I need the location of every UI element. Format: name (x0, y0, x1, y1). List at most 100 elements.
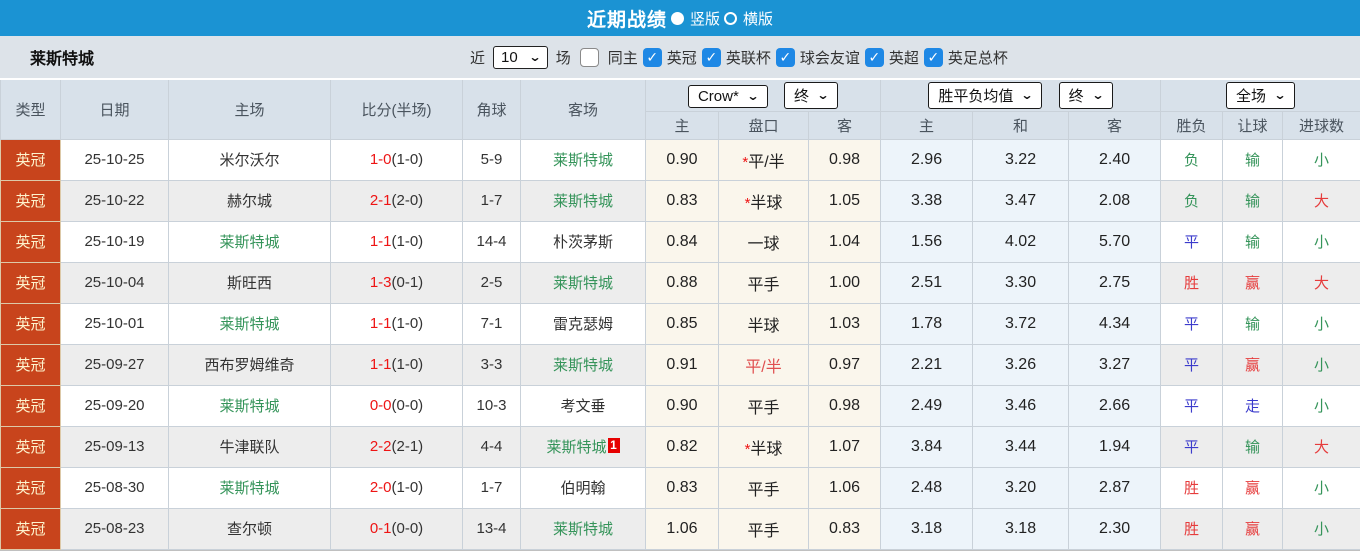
wdl-result: 负 (1161, 139, 1223, 180)
europe-win-odds: 1.78 (881, 303, 973, 344)
league-badge: 英冠 (1, 180, 61, 221)
team-name: 莱斯特城 (30, 36, 94, 78)
match-score: 2-1(2-0) (331, 180, 463, 221)
handicap-result: 赢 (1223, 262, 1283, 303)
match-score: 1-3(0-1) (331, 262, 463, 303)
wdl-average-select[interactable]: 胜平负均值 ⌄ (928, 82, 1042, 109)
league-badge: 英冠 (1, 303, 61, 344)
asian-handicap: 平手 (719, 508, 809, 549)
same-home-checkbox[interactable] (580, 48, 599, 67)
corner-count: 2-5 (463, 262, 521, 303)
away-team: 莱斯特城 (521, 262, 646, 303)
asian-away-odds: 1.03 (809, 303, 881, 344)
sub-header-draw: 和 (973, 111, 1069, 139)
radio-vertical-label[interactable]: 竖版 (690, 8, 720, 29)
league-checkbox-premier[interactable]: ✓ (865, 48, 884, 67)
corner-count: 13-4 (463, 508, 521, 549)
asian-home-odds: 0.88 (646, 262, 719, 303)
radio-horizontal-label[interactable]: 横版 (743, 8, 773, 29)
radio-vertical-layout[interactable] (671, 12, 684, 25)
asian-away-odds: 0.83 (809, 508, 881, 549)
asian-away-odds: 1.06 (809, 467, 881, 508)
handicap-result: 输 (1223, 303, 1283, 344)
handicap-result: 赢 (1223, 467, 1283, 508)
goals-result: 小 (1283, 467, 1360, 508)
table-row: 英冠 25-10-22 赫尔城 2-1(2-0) 1-7 莱斯特城 0.83 *… (1, 180, 1360, 221)
goals-result: 小 (1283, 221, 1360, 262)
match-score: 2-0(1-0) (331, 467, 463, 508)
europe-lose-odds: 2.40 (1069, 139, 1161, 180)
match-date: 25-08-30 (61, 467, 169, 508)
same-home-label: 同主 (608, 47, 638, 68)
asian-away-odds: 1.00 (809, 262, 881, 303)
europe-draw-odds: 3.72 (973, 303, 1069, 344)
chevron-down-icon: ⌄ (528, 50, 541, 64)
match-count-select[interactable]: 10 ⌄ (493, 46, 548, 69)
asian-handicap: 平手 (719, 262, 809, 303)
asian-away-odds: 0.97 (809, 344, 881, 385)
sub-header-lose: 客 (1069, 111, 1161, 139)
league-checkbox-efl-cup[interactable]: ✓ (702, 48, 721, 67)
match-date: 25-09-27 (61, 344, 169, 385)
home-team: 查尔顿 (169, 508, 331, 549)
asian-home-odds: 0.82 (646, 426, 719, 467)
europe-draw-odds: 3.22 (973, 139, 1069, 180)
wdl-result: 平 (1161, 385, 1223, 426)
match-score: 0-0(0-0) (331, 385, 463, 426)
bookmaker-select[interactable]: Crow* ⌄ (688, 85, 768, 108)
handicap-result: 输 (1223, 180, 1283, 221)
wdl-result: 平 (1161, 303, 1223, 344)
europe-win-odds: 2.51 (881, 262, 973, 303)
title-bar: 近期战绩 竖版 横版 (0, 0, 1360, 36)
asian-handicap: 半球 (719, 303, 809, 344)
league-badge: 英冠 (1, 344, 61, 385)
home-team: 斯旺西 (169, 262, 331, 303)
league-badge: 英冠 (1, 508, 61, 549)
goals-result: 小 (1283, 303, 1360, 344)
home-team: 西布罗姆维奇 (169, 344, 331, 385)
europe-draw-odds: 3.20 (973, 467, 1069, 508)
europe-draw-odds: 3.44 (973, 426, 1069, 467)
asian-final-select[interactable]: 终 ⌄ (784, 82, 838, 109)
match-date: 25-08-23 (61, 508, 169, 549)
sub-header-handicap: 盘口 (719, 111, 809, 139)
europe-odds-group-header: 胜平负均值 ⌄ 终 ⌄ (881, 79, 1161, 111)
asian-away-odds: 0.98 (809, 139, 881, 180)
match-date: 25-10-19 (61, 221, 169, 262)
table-row: 英冠 25-08-23 查尔顿 0-1(0-0) 13-4 莱斯特城 1.06 … (1, 508, 1360, 549)
corner-count: 10-3 (463, 385, 521, 426)
handicap-result: 赢 (1223, 344, 1283, 385)
sub-header-wdl-result: 胜负 (1161, 111, 1223, 139)
red-card-badge: 1 (608, 438, 620, 453)
table-header: 类型 日期 主场 比分(半场) 角球 客场 Crow* ⌄ 终 ⌄ 胜平负均值 … (1, 79, 1360, 139)
wdl-result: 胜 (1161, 262, 1223, 303)
europe-draw-odds: 3.46 (973, 385, 1069, 426)
chevron-down-icon: ⌄ (1274, 88, 1287, 102)
europe-final-select[interactable]: 终 ⌄ (1059, 82, 1113, 109)
league-badge: 英冠 (1, 221, 61, 262)
radio-horizontal-layout[interactable] (724, 12, 737, 25)
league-label-championship: 英冠 (667, 47, 697, 68)
filter-bar: 莱斯特城 近 10 ⌄ 场 同主 ✓ 英冠 ✓ 英联杯 ✓ 球会友谊 ✓ 英超 … (0, 36, 1360, 78)
europe-draw-odds: 4.02 (973, 221, 1069, 262)
league-checkbox-fa-cup[interactable]: ✓ (924, 48, 943, 67)
corner-count: 1-7 (463, 467, 521, 508)
wdl-result: 胜 (1161, 467, 1223, 508)
handicap-result: 输 (1223, 221, 1283, 262)
full-match-select[interactable]: 全场 ⌄ (1226, 82, 1295, 109)
league-checkbox-friendly[interactable]: ✓ (776, 48, 795, 67)
europe-lose-odds: 1.94 (1069, 426, 1161, 467)
europe-lose-odds: 5.70 (1069, 221, 1161, 262)
league-checkbox-championship[interactable]: ✓ (643, 48, 662, 67)
asian-handicap: 平手 (719, 467, 809, 508)
away-team: 考文垂 (521, 385, 646, 426)
corner-count: 5-9 (463, 139, 521, 180)
match-date: 25-10-04 (61, 262, 169, 303)
table-row: 英冠 25-10-01 莱斯特城 1-1(1-0) 7-1 雷克瑟姆 0.85 … (1, 303, 1360, 344)
wdl-result: 负 (1161, 180, 1223, 221)
goals-result: 大 (1283, 262, 1360, 303)
away-team: 雷克瑟姆 (521, 303, 646, 344)
sub-header-win: 主 (881, 111, 973, 139)
europe-draw-odds: 3.18 (973, 508, 1069, 549)
match-score: 0-1(0-0) (331, 508, 463, 549)
